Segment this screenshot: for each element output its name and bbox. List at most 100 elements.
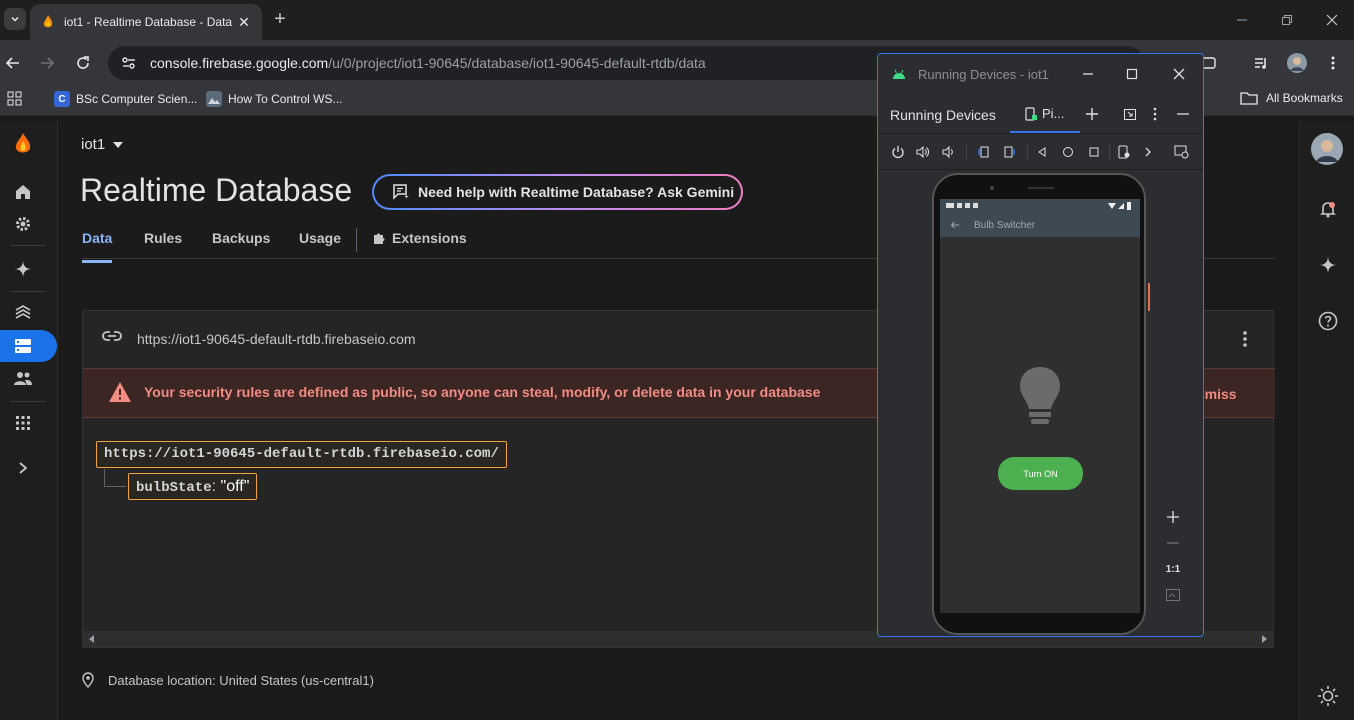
volume-up-glyph-icon: [916, 145, 929, 159]
caret-down-icon: [113, 141, 124, 148]
close-tab-icon[interactable]: ✕: [236, 14, 252, 30]
more-vert-icon[interactable]: [1152, 107, 1158, 121]
scroll-left-arrow-icon[interactable]: [89, 635, 94, 643]
power-icon[interactable]: [890, 144, 906, 160]
zoom-controls: 1:1: [1160, 510, 1186, 618]
device-tab[interactable]: Pi...: [1024, 106, 1064, 121]
back-button[interactable]: [2, 52, 24, 74]
tab-usage[interactable]: Usage: [299, 230, 341, 246]
tab-rules-label: Rules: [144, 230, 183, 246]
battery-wifi-icon: [1108, 202, 1131, 210]
firebase-right-rail: [1299, 121, 1354, 720]
restore-icon[interactable]: [1277, 10, 1297, 30]
close-window-icon[interactable]: [1322, 10, 1342, 30]
tab-rules[interactable]: Rules: [144, 230, 182, 246]
minimize-icon[interactable]: [1232, 10, 1252, 30]
apps-button[interactable]: [7, 91, 23, 107]
notifications-bell-icon[interactable]: [1316, 197, 1340, 221]
bookmark-item[interactable]: How To Control WS...: [206, 91, 342, 107]
tab-search-button[interactable]: [4, 8, 26, 30]
all-products-grid-icon[interactable]: [12, 412, 34, 434]
chevron-right-icon[interactable]: [1140, 144, 1156, 160]
expand-rail-chevron-icon[interactable]: [12, 457, 34, 479]
url-text: console.firebase.google.com/u/0/project/…: [150, 55, 706, 71]
ask-gemini-button[interactable]: Need help with Realtime Database? Ask Ge…: [372, 174, 743, 210]
zoom-fit-button[interactable]: [1160, 584, 1186, 606]
device-screen[interactable]: Bulb Switcher Turn ON: [940, 199, 1140, 613]
media-controls-button[interactable]: [1250, 52, 1272, 74]
child-node-bulbstate[interactable]: bulbState: "off": [128, 473, 258, 500]
tree-connector: [104, 469, 126, 487]
status-icons-left: [946, 203, 978, 208]
scroll-right-arrow-icon[interactable]: [1262, 635, 1267, 643]
tab-backups[interactable]: Backups: [212, 230, 270, 246]
rotate-right-icon[interactable]: [1002, 144, 1018, 160]
tab-data[interactable]: Data: [82, 230, 112, 263]
volume-down-icon[interactable]: [941, 144, 957, 160]
chat-spark-icon: [393, 184, 409, 200]
close-icon[interactable]: [1173, 68, 1185, 80]
theme-brightness-icon[interactable]: [1316, 684, 1340, 708]
site-settings-icon[interactable]: [120, 54, 138, 72]
bookmark-label: BSc Computer Scien...: [76, 92, 198, 106]
toolbar-divider: [1027, 144, 1028, 160]
home-circle-icon[interactable]: [1060, 144, 1076, 160]
window-title: Running Devices - iot1: [918, 67, 1049, 82]
panel-title: Running Devices: [890, 107, 996, 123]
back-arrow-icon[interactable]: [950, 221, 960, 229]
rotate-left-glyph-icon: [978, 146, 989, 158]
all-bookmarks-button[interactable]: All Bookmarks: [1240, 91, 1343, 105]
zoom-in-button[interactable]: [1160, 506, 1186, 528]
settings-gear-icon[interactable]: [12, 213, 34, 235]
window-title-bar[interactable]: Running Devices - iot1: [878, 54, 1203, 94]
tab-extensions[interactable]: Extensions: [372, 230, 467, 246]
bell-icon: [1320, 202, 1336, 218]
running-devices-window: Running Devices - iot1 Running Devices P…: [877, 53, 1204, 637]
zoom-out-button[interactable]: [1160, 532, 1186, 554]
home-icon[interactable]: [12, 181, 34, 203]
project-selector[interactable]: iot1: [81, 136, 124, 153]
reload-button[interactable]: [72, 52, 94, 74]
forward-button[interactable]: [36, 52, 58, 74]
hide-panel-icon[interactable]: [1176, 107, 1190, 121]
root-node[interactable]: https://iot1-90645-default-rtdb.firebase…: [96, 441, 507, 468]
browser-tab[interactable]: iot1 - Realtime Database - Data ✕: [30, 4, 262, 40]
c-icon: C: [54, 91, 70, 107]
screenshot-icon[interactable]: [1116, 144, 1132, 160]
firebase-logo-icon[interactable]: [12, 133, 34, 155]
zoom-actual-size-button[interactable]: 1:1: [1160, 558, 1186, 580]
flame-icon: [15, 133, 31, 153]
add-device-icon[interactable]: [1085, 107, 1099, 121]
bookmark-item[interactable]: C BSc Computer Scien...: [54, 91, 197, 107]
build-layers-icon[interactable]: [12, 301, 34, 323]
database-icon[interactable]: [12, 335, 34, 357]
chrome-menu-button[interactable]: [1322, 52, 1344, 74]
device-tab-label: Pi...: [1042, 106, 1065, 121]
nav-overview-icon: [1089, 147, 1099, 157]
arrow-right-icon: [41, 57, 55, 69]
device-mirror-icon[interactable]: [1174, 144, 1190, 160]
maximize-icon[interactable]: [1126, 68, 1138, 80]
volume-up-icon[interactable]: [915, 144, 931, 160]
overview-square-icon[interactable]: [1086, 144, 1102, 160]
minimize-icon[interactable]: [1082, 68, 1094, 80]
more-vert-icon[interactable]: [1235, 329, 1255, 349]
turn-on-button[interactable]: Turn ON: [998, 457, 1083, 490]
profile-avatar[interactable]: [1286, 52, 1308, 74]
gemini-sparkle-icon[interactable]: [1316, 253, 1340, 277]
gemini-sparkle-icon[interactable]: [12, 258, 34, 280]
help-icon[interactable]: [1316, 309, 1340, 333]
database-url[interactable]: https://iot1-90645-default-rtdb.firebase…: [137, 331, 416, 347]
browser-tab-bar: iot1 - Realtime Database - Data ✕ +: [0, 0, 1354, 40]
detach-window-icon[interactable]: [1123, 107, 1137, 121]
rotate-left-icon[interactable]: [975, 144, 991, 160]
back-triangle-icon[interactable]: [1034, 144, 1050, 160]
authentication-people-icon[interactable]: [12, 367, 34, 389]
child-value[interactable]: "off": [221, 478, 250, 495]
image-glyph-icon: [208, 98, 220, 104]
rail-divider: [10, 401, 46, 402]
phone-frame: Bulb Switcher Turn ON: [932, 173, 1146, 635]
account-avatar[interactable]: [1311, 133, 1343, 165]
new-tab-button[interactable]: +: [270, 9, 290, 30]
warning-triangle-icon: [109, 382, 131, 402]
